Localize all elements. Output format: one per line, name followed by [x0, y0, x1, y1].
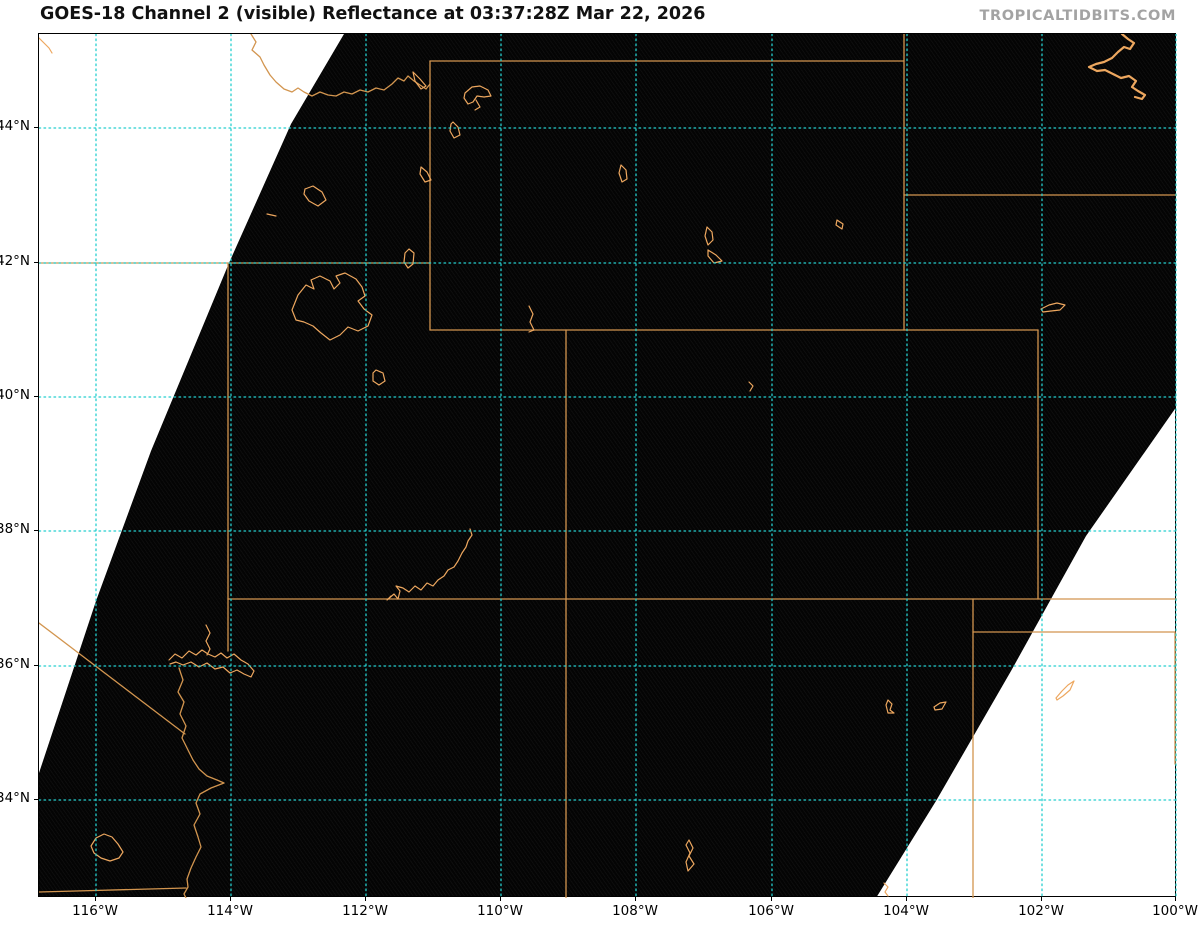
- lon-tick-mark: [365, 897, 367, 901]
- page-title: GOES-18 Channel 2 (visible) Reflectance …: [40, 4, 706, 24]
- water-lake-mead: [168, 649, 255, 678]
- water-hebgen-lake: [412, 71, 427, 90]
- water-seminoe-reservoir: [707, 249, 723, 264]
- lon-tick-label: 114°W: [207, 903, 253, 919]
- water-salmon-river-fragment: [39, 37, 53, 54]
- water-yellowstone-lake: [463, 85, 492, 105]
- map-plot-area: [38, 33, 1177, 898]
- water-salton-sea: [90, 833, 124, 862]
- water-conchas-lake: [885, 699, 895, 714]
- water-lake-mead-overton-arm: [205, 624, 211, 656]
- lat-tick-label: 40°N: [0, 387, 31, 403]
- lat-tick-label: 44°N: [0, 118, 31, 134]
- water-brantley-lake-dash: [883, 882, 889, 897]
- lon-tick-label: 108°W: [612, 903, 658, 919]
- lat-tick-mark: [34, 665, 38, 667]
- lon-tick-label: 116°W: [72, 903, 118, 919]
- lat-tick-mark: [34, 127, 38, 129]
- water-utah-lake: [372, 369, 386, 386]
- water-lake-mcconaughy: [1040, 302, 1066, 313]
- lon-tick-mark: [1041, 897, 1043, 901]
- lon-tick-mark: [635, 897, 637, 901]
- water-boysen-reservoir: [618, 164, 628, 183]
- water-yellowstone-south-arm: [474, 99, 481, 111]
- lat-tick-label: 38°N: [0, 521, 31, 537]
- lat-tick-mark: [34, 530, 38, 532]
- satellite-image-figure: GOES-18 Channel 2 (visible) Reflectance …: [0, 0, 1200, 929]
- map-overlays: [39, 34, 1177, 898]
- lon-tick-mark: [771, 897, 773, 901]
- lon-tick-label: 102°W: [1018, 903, 1064, 919]
- lat-tick-label: 34°N: [0, 790, 31, 806]
- water-plains-lake: [1055, 680, 1075, 701]
- water-lake-granby-dash: [748, 381, 754, 392]
- lon-tick-mark: [1175, 897, 1177, 901]
- lat-tick-mark: [34, 396, 38, 398]
- lat-tick-label: 42°N: [0, 253, 31, 269]
- lon-tick-mark: [500, 897, 502, 901]
- lon-tick-label: 112°W: [342, 903, 388, 919]
- water-elephant-butte-reservoir: [685, 839, 695, 872]
- water-bear-lake: [403, 248, 415, 269]
- lon-tick-mark: [95, 897, 97, 901]
- lat-tick-mark: [34, 799, 38, 801]
- border-montana-idaho-border: [250, 34, 431, 97]
- lon-tick-mark: [906, 897, 908, 901]
- lat-tick-mark: [34, 262, 38, 264]
- lon-tick-label: 106°W: [748, 903, 794, 919]
- lat-tick-label: 36°N: [0, 656, 31, 672]
- border-colorado-river-az-nv-ca: [177, 667, 225, 898]
- lon-tick-label: 104°W: [883, 903, 929, 919]
- water-american-falls-reservoir: [303, 185, 327, 207]
- water-flaming-gorge-reservoir: [528, 305, 535, 333]
- water-glendo-reservoir: [835, 219, 844, 230]
- water-santa-rosa-lake: [933, 701, 947, 711]
- water-lake-powell: [386, 528, 473, 601]
- water-pathfinder-reservoir: [704, 226, 714, 246]
- water-jackson-lake: [449, 121, 461, 139]
- water-great-salt-lake: [291, 272, 373, 341]
- water-missouri-river-lake-oahe: [1087, 34, 1147, 101]
- border-california-mexico-border: [39, 887, 187, 893]
- border-california-nevada-diagonal: [39, 622, 186, 735]
- lon-tick-label: 100°W: [1152, 903, 1198, 919]
- water-snake-river-dash: [266, 213, 277, 217]
- lon-tick-label: 110°W: [477, 903, 523, 919]
- tropicaltidbits-watermark: TROPICALTIDBITS.COM: [979, 8, 1176, 24]
- lon-tick-mark: [230, 897, 232, 901]
